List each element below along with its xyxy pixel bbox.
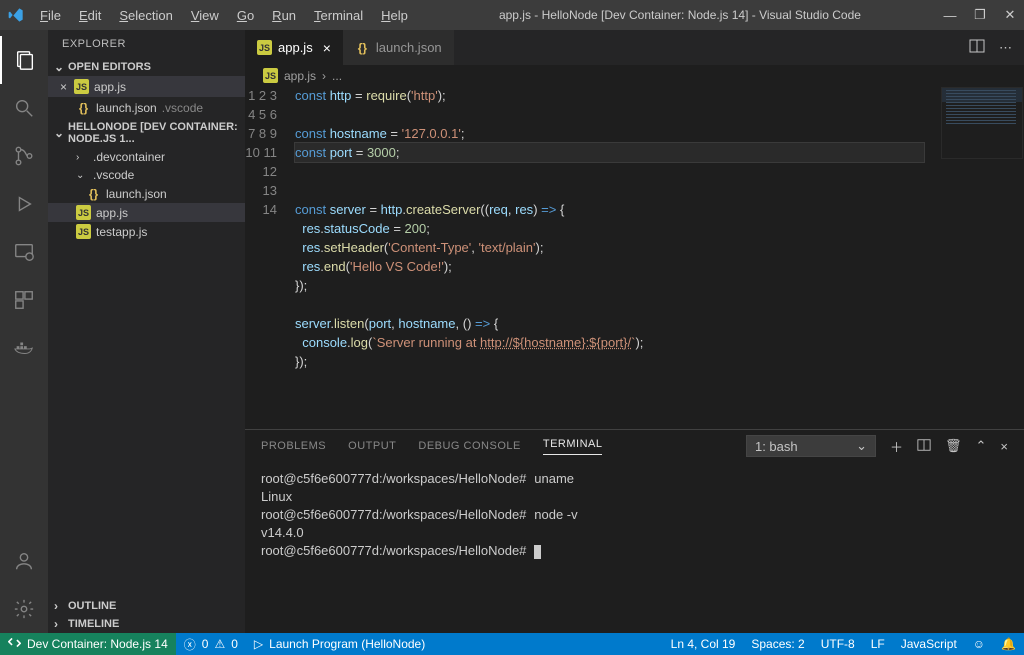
play-icon: ▷ <box>254 637 263 651</box>
panel-tab-output[interactable]: OUTPUT <box>348 440 396 452</box>
tree-launchjson[interactable]: {}launch.json <box>48 184 245 203</box>
tab-close-icon[interactable]: × <box>323 40 331 56</box>
close-icon[interactable]: × <box>60 80 67 94</box>
panel-tab-problems[interactable]: PROBLEMS <box>261 440 326 452</box>
menu-run[interactable]: Run <box>264 4 304 27</box>
title-bar: File Edit Selection View Go Run Terminal… <box>0 0 1024 30</box>
activity-bar <box>0 30 48 633</box>
status-remote-label: Dev Container: Node.js 14 <box>27 637 168 651</box>
menu-selection[interactable]: Selection <box>111 4 180 27</box>
panel-tabs: PROBLEMS OUTPUT DEBUG CONSOLE TERMINAL 1… <box>245 430 1024 462</box>
tab-appjs[interactable]: JS app.js × <box>245 30 343 65</box>
activity-settings[interactable] <box>0 585 48 633</box>
activity-explorer[interactable] <box>0 36 48 84</box>
vscode-logo-icon <box>8 7 24 23</box>
breadcrumb-sep: › <box>322 69 326 83</box>
js-file-icon: JS <box>76 205 91 220</box>
status-spaces[interactable]: Spaces: 2 <box>743 637 812 651</box>
maximize-button[interactable]: ❐ <box>974 7 986 23</box>
menu-file[interactable]: File <box>32 4 69 27</box>
js-file-icon: JS <box>257 40 272 55</box>
status-lang[interactable]: JavaScript <box>893 637 965 651</box>
breadcrumb-item: app.js <box>284 69 316 83</box>
editor-tabs: JS app.js × {} launch.json ⋯ <box>245 30 1024 65</box>
terminal-selector[interactable]: 1: bash⌄ <box>746 435 876 457</box>
window-title: app.js - HelloNode [Dev Container: Node.… <box>416 8 944 22</box>
activity-extensions[interactable] <box>0 276 48 324</box>
open-editor-label: launch.json <box>96 101 157 115</box>
activity-accounts[interactable] <box>0 537 48 585</box>
split-terminal-icon[interactable] <box>917 438 931 455</box>
js-file-icon: JS <box>263 68 278 83</box>
new-terminal-icon[interactable]: ＋ <box>890 437 903 456</box>
panel-tab-terminal[interactable]: TERMINAL <box>543 438 603 455</box>
chevron-down-icon: ⌄ <box>856 438 867 454</box>
tree-testappjs[interactable]: JStestapp.js <box>48 222 245 241</box>
panel-tab-debug[interactable]: DEBUG CONSOLE <box>418 440 520 452</box>
breadcrumb-item: ... <box>332 69 342 83</box>
more-actions-icon[interactable]: ⋯ <box>999 40 1012 56</box>
terminal[interactable]: root@c5f6e600777d:/workspaces/HelloNode#… <box>245 462 1024 633</box>
activity-search[interactable] <box>0 84 48 132</box>
status-remote[interactable]: Dev Container: Node.js 14 <box>0 633 176 655</box>
breadcrumb[interactable]: JS app.js › ... <box>245 65 1024 86</box>
status-eol[interactable]: LF <box>863 637 893 651</box>
json-file-icon: {} <box>76 100 91 115</box>
open-editor-appjs[interactable]: × JS app.js <box>48 76 245 97</box>
section-open-editors[interactable]: OPEN EDITORS <box>48 58 245 76</box>
minimize-button[interactable]: — <box>944 7 956 23</box>
open-editor-dir: .vscode <box>162 101 203 115</box>
js-file-icon: JS <box>76 224 91 239</box>
code-editor[interactable]: 1 2 3 4 5 6 7 8 9 10 11 12 13 14 const h… <box>245 86 1024 429</box>
status-bar: Dev Container: Node.js 14 ⓧ0 ⚠0 ▷ Launch… <box>0 633 1024 655</box>
tab-label: launch.json <box>376 40 442 55</box>
kill-terminal-icon[interactable]: 🗑 <box>945 438 962 454</box>
activity-docker[interactable] <box>0 324 48 372</box>
tree-devcontainer[interactable]: ›.devcontainer <box>48 148 245 166</box>
tab-label: app.js <box>278 40 313 55</box>
close-button[interactable]: ✕ <box>1004 7 1016 23</box>
status-lncol[interactable]: Ln 4, Col 19 <box>663 637 744 651</box>
sidebar-title: EXPLORER <box>48 30 245 58</box>
menu-go[interactable]: Go <box>229 4 262 27</box>
sidebar-explorer: EXPLORER OPEN EDITORS × JS app.js {} lau… <box>48 30 245 633</box>
menu-terminal[interactable]: Terminal <box>306 4 371 27</box>
tree-appjs[interactable]: JSapp.js <box>48 203 245 222</box>
editor-area: JS app.js × {} launch.json ⋯ JS app.js ›… <box>245 30 1024 633</box>
panel-maximize-icon[interactable]: ⌃ <box>976 438 987 454</box>
status-launch[interactable]: ▷ Launch Program (HelloNode) <box>246 633 433 655</box>
menu-view[interactable]: View <box>183 4 227 27</box>
warning-icon: ⚠ <box>214 637 225 651</box>
terminal-cursor <box>534 545 541 559</box>
open-editor-label: app.js <box>94 80 126 94</box>
menu-edit[interactable]: Edit <box>71 4 109 27</box>
code-content[interactable]: const http = require('http'); const host… <box>295 86 1024 429</box>
status-launch-label: Launch Program (HelloNode) <box>269 637 425 651</box>
panel-close-icon[interactable]: × <box>1000 439 1008 454</box>
section-outline[interactable]: OUTLINE <box>48 597 245 615</box>
tab-launchjson[interactable]: {} launch.json <box>343 30 454 65</box>
minimap[interactable] <box>942 88 1022 158</box>
activity-debug[interactable] <box>0 180 48 228</box>
activity-remote-explorer[interactable] <box>0 228 48 276</box>
json-file-icon: {} <box>355 40 370 55</box>
split-editor-icon[interactable] <box>969 38 985 57</box>
activity-scm[interactable] <box>0 132 48 180</box>
open-editor-launchjson[interactable]: {} launch.json .vscode <box>48 97 245 118</box>
status-problems[interactable]: ⓧ0 ⚠0 <box>176 633 246 655</box>
line-gutter: 1 2 3 4 5 6 7 8 9 10 11 12 13 14 <box>245 86 295 429</box>
error-icon: ⓧ <box>184 636 196 653</box>
remote-icon <box>8 636 21 652</box>
status-feedback-icon[interactable]: ☺ <box>965 637 993 651</box>
tree-vscode[interactable]: ⌄.vscode <box>48 166 245 184</box>
bottom-panel: PROBLEMS OUTPUT DEBUG CONSOLE TERMINAL 1… <box>245 429 1024 633</box>
section-timeline[interactable]: TIMELINE <box>48 615 245 633</box>
status-encoding[interactable]: UTF-8 <box>813 637 863 651</box>
menu-help[interactable]: Help <box>373 4 416 27</box>
js-file-icon: JS <box>74 79 89 94</box>
section-workspace[interactable]: HELLONODE [DEV CONTAINER: NODE.JS 1... <box>48 118 245 148</box>
status-bell-icon[interactable]: 🔔 <box>993 637 1024 651</box>
json-file-icon: {} <box>86 186 101 201</box>
menu-bar: File Edit Selection View Go Run Terminal… <box>32 4 416 27</box>
